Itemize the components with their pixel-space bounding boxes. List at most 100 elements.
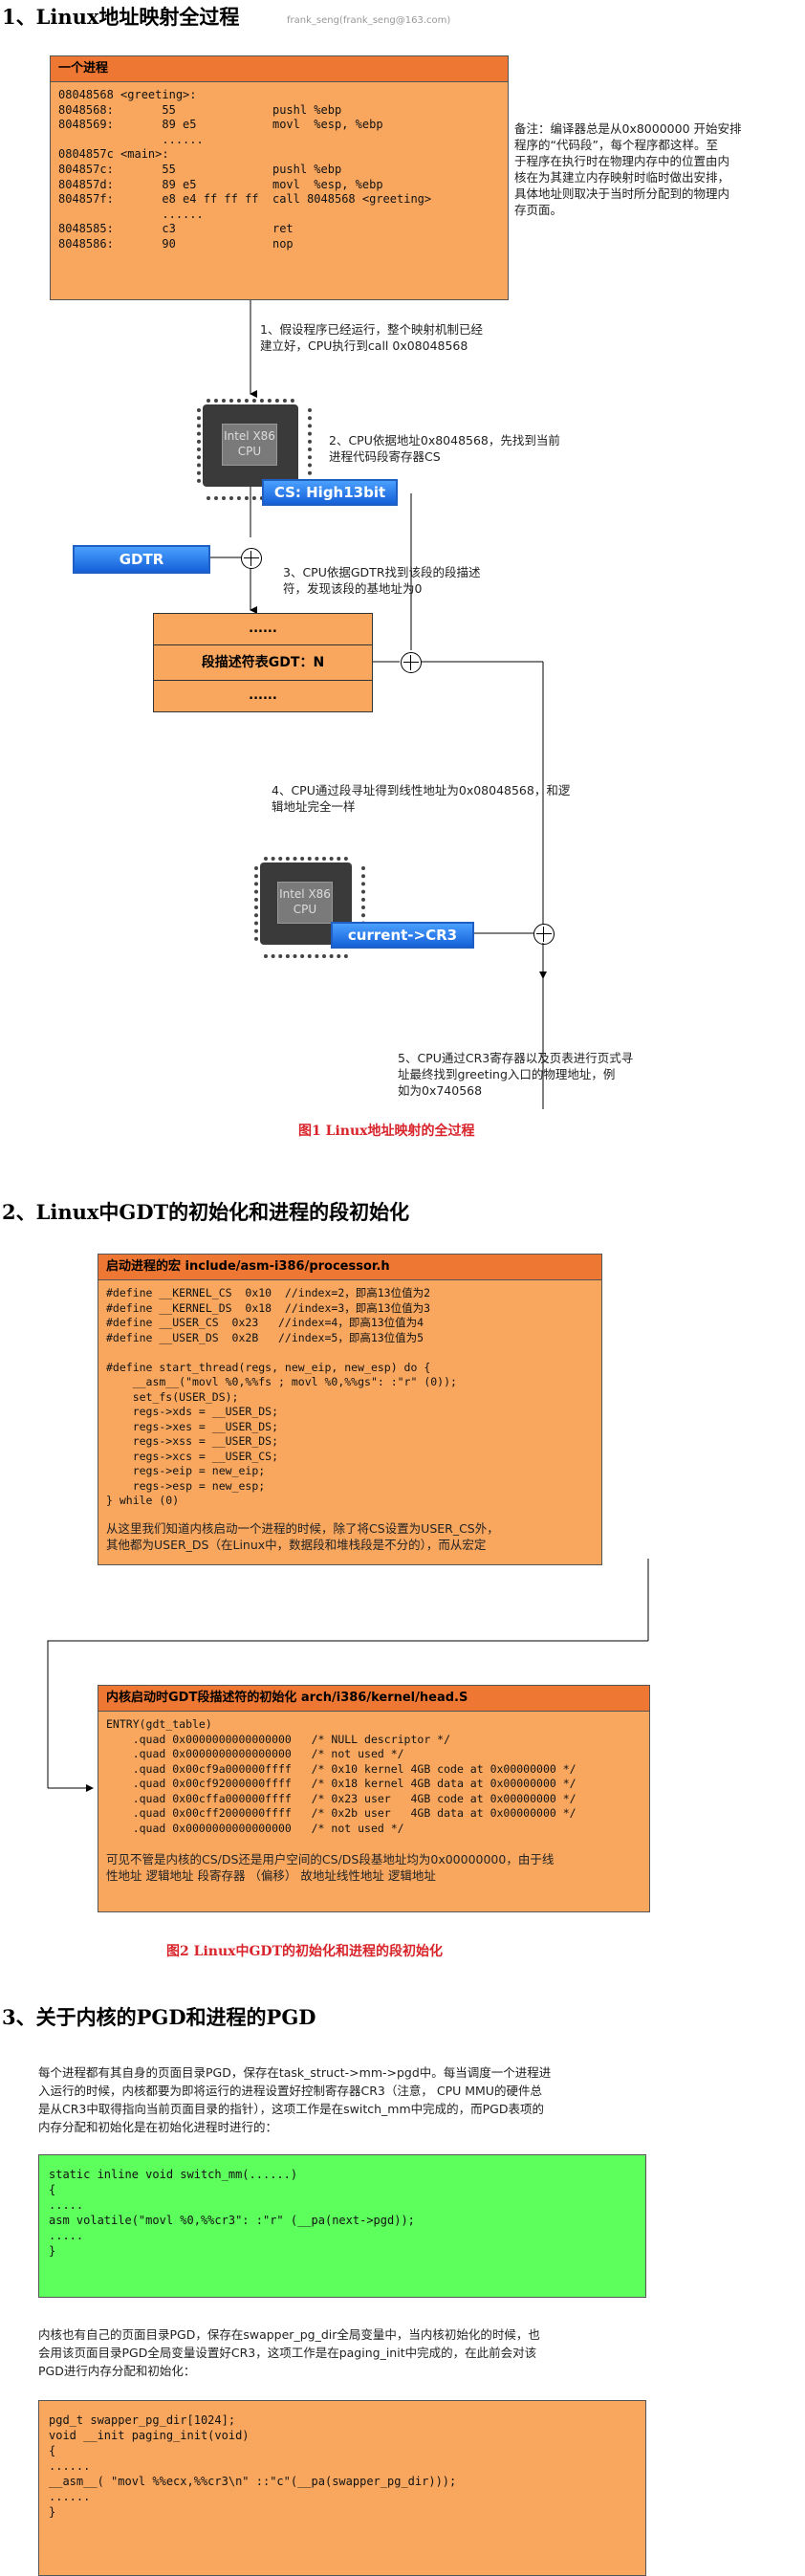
code-line: 0804857c <main>: <box>58 147 169 162</box>
code-line: .quad 0x0000000000000000 /* not used */ <box>106 1821 404 1835</box>
code-line: 8048585: c3 ret <box>58 222 294 236</box>
code-line: ...... <box>58 207 204 221</box>
gdtr-register-label: GDTR <box>73 545 210 574</box>
cpu-chip-1: Intel X86 CPU <box>197 399 312 500</box>
gdt-top: ...... <box>154 614 372 645</box>
paragraph-line: 每个进程都有其自身的页面目录PGD，保存在task_struct->mm->pg… <box>38 2065 552 2080</box>
switch-mm-code-box: static inline void switch_mm(......) {...… <box>38 2154 646 2298</box>
pgd-paragraph-1: 每个进程都有其自身的页面目录PGD，保存在task_struct->mm->pg… <box>38 2063 774 2136</box>
code-line: .quad 0x00cff2000000ffff /* 0x2b user 4G… <box>106 1806 577 1820</box>
step2-note: 2、CPU依据地址0x8048568，先找到当前 进程代码段寄存器CS <box>329 432 616 465</box>
code-line: regs->xes = __USER_DS; <box>106 1419 279 1433</box>
code-line: regs->xds = __USER_DS; <box>106 1405 279 1418</box>
note-line: 3、CPU依据GDTR找到该段的段描述 <box>283 565 481 579</box>
code-line: ..... <box>49 2229 84 2242</box>
paragraph-line: 内存分配和初始化是在初始化进程时进行的： <box>38 2120 278 2134</box>
note-line: 存页面。 <box>514 203 563 217</box>
step4-note: 4、CPU通过段寻址得到线性地址为0x08048568，和逻 辑地址完全一样 <box>272 782 673 815</box>
code-line: regs->xss = __USER_DS; <box>106 1434 279 1448</box>
section3-heading: 3、关于内核的PGD和进程的PGD <box>2 2005 316 2029</box>
gdt-init-box: 内核启动时GDT段描述符的初始化 arch/i386/kernel/head.S… <box>98 1685 650 1912</box>
note-line: 址最终找到greeting入口的物理地址，例 <box>398 1067 616 1081</box>
code-line: 08048568 <greeting>: <box>58 88 197 101</box>
code-line: 804857c: 55 pushl %ebp <box>58 162 342 176</box>
cs-register-label: CS: High13bit <box>262 479 398 506</box>
note-line: 2、CPU依据地址0x8048568，先找到当前 <box>329 433 560 448</box>
code-line: .quad 0x0000000000000000 /* NULL descrip… <box>106 1732 451 1746</box>
note-line: 进程代码段寄存器CS <box>329 449 441 464</box>
section2-heading: 2、Linux中GDT的初始化和进程的段初始化 <box>2 1200 410 1224</box>
note-line: 从这里我们知道内核启动一个进程的时候，除了将CS设置为USER_CS外， <box>106 1520 499 1536</box>
figure1-caption: 图1 Linux地址映射的全过程 <box>298 1124 475 1139</box>
final-arrow <box>539 943 547 979</box>
note-line: 核在为其建立内存映射时临时做出安排， <box>514 170 730 185</box>
code-line: ...... <box>49 2459 91 2473</box>
code-line: 8048586: 90 nop <box>58 236 294 251</box>
step1-note: 1、假设程序已经运行，整个映射机制已经 建立好，CPU执行到call 0x0804… <box>260 321 566 354</box>
note-line: 建立好，CPU执行到call 0x08048568 <box>260 338 468 353</box>
adder-3 <box>533 924 555 945</box>
code-line: #define __KERNEL_DS 0x18 //index=3，即高13位… <box>106 1300 431 1315</box>
code-line: asm volatile("movl %0,%%cr3": :"r" (__pa… <box>49 2214 415 2227</box>
process-code: 08048568 <greeting>: 8048568: 55 pushl %e… <box>51 82 508 258</box>
cpu-label-1: Intel X86 CPU <box>222 424 277 466</box>
process-box-title: 一个进程 <box>51 56 508 82</box>
note-line: 1、假设程序已经运行，整个映射机制已经 <box>260 322 483 337</box>
note-line: 于程序在执行时在物理内存中的位置由内 <box>514 154 730 168</box>
connector-top <box>151 1559 649 1642</box>
code-line: 804857f: e8 e4 ff ff ff call 8048568 <gr… <box>58 192 432 207</box>
code-line: .quad 0x00cf92000000ffff /* 0x18 kernel … <box>106 1777 577 1790</box>
note-line: 符，发现该段的基地址为0 <box>283 581 423 596</box>
code-line: #define start_thread(regs, new_eip, new_… <box>106 1360 431 1374</box>
code-line: 8048568: 55 pushl %ebp <box>58 102 342 117</box>
code-line: .quad 0x0000000000000000 /* not used */ <box>106 1747 404 1760</box>
paging-init-code: pgd_t swapper_pg_dir[1024]; void __init p… <box>39 2401 645 2531</box>
paragraph-line: 内核也有自己的页面目录PGD，保存在swapper_pg_dir全局变量中，当内… <box>38 2327 540 2342</box>
cr3-register-label: current->CR3 <box>331 922 474 949</box>
note-line: 性地址 逻辑地址 段寄存器 （偏移） 故地址线性地址 逻辑地址 <box>106 1868 436 1883</box>
code-line: 804857d: 89 e5 movl %esp, %ebp <box>58 177 383 191</box>
switch-mm-code: static inline void switch_mm(......) {...… <box>39 2155 645 2270</box>
code-line: #define __USER_CS 0x23 //index=4，即高13位值为… <box>106 1316 424 1329</box>
macro-note: 从这里我们知道内核启动一个进程的时候，除了将CS设置为USER_CS外， 其他都为… <box>98 1515 601 1553</box>
gdt-table-box: ...... 段描述符表GDT：N ...... <box>153 613 373 712</box>
note-line: 程序的“代码段”，每个程序都这样。至 <box>514 138 718 152</box>
code-line: } while (0) <box>106 1494 180 1507</box>
watermark: frank_seng(frank_seng@163.com) <box>287 15 451 26</box>
gdt-middle: 段描述符表GDT：N <box>154 645 372 681</box>
code-line: 8048569: 89 e5 movl %esp, %ebp <box>58 118 383 132</box>
figure2-caption: 图2 Linux中GDT的初始化和进程的段初始化 <box>166 1944 443 1959</box>
code-line: } <box>49 2505 56 2519</box>
code-line: regs->xcs = __USER_CS; <box>106 1449 279 1463</box>
section1-heading: 1、Linux地址映射全过程 <box>2 5 240 29</box>
compiler-note: 备注：编译器总是从0x8000000 开始安排 程序的“代码段”，每个程序都这样。… <box>514 120 801 218</box>
paragraph-line: PGD进行内存分配和初始化： <box>38 2364 196 2378</box>
note-line: 辑地址完全一样 <box>272 799 356 814</box>
note-line: 如为0x740568 <box>398 1083 483 1098</box>
paragraph-line: 是从CR3中取得指向当前页面目录的指针），这项工作是在switch_mm中完成的… <box>38 2102 544 2116</box>
gdt-bottom: ...... <box>249 688 277 703</box>
code-line: static inline void switch_mm(......) <box>49 2168 298 2181</box>
pgd-paragraph-2: 内核也有自己的页面目录PGD，保存在swapper_pg_dir全局变量中，当内… <box>38 2325 774 2380</box>
code-line: .quad 0x00cf9a000000ffff /* 0x10 kernel … <box>106 1761 577 1776</box>
step5-note: 5、CPU通过CR3寄存器以及页表进行页式寻 址最终找到greeting入口的物理… <box>398 1050 704 1100</box>
code-line: __asm__("movl %0,%%fs ; movl %0,%%gs": :… <box>106 1375 457 1388</box>
code-line: ENTRY(gdt_table) <box>106 1717 212 1731</box>
macro-box: 启动进程的宏 include/asm-i386/processor.h #def… <box>98 1254 602 1565</box>
note-line: 5、CPU通过CR3寄存器以及页表进行页式寻 <box>398 1051 634 1065</box>
code-line: ...... <box>49 2490 91 2503</box>
code-line: ...... <box>58 132 204 146</box>
code-line: { <box>49 2444 56 2457</box>
note-line: 备注：编译器总是从0x8000000 开始安排 <box>514 121 742 136</box>
address-mapping-diagram <box>208 300 544 1109</box>
note-line: 其他都为USER_DS（在Linux中，数据段和堆栈段是不分的），而从宏定 <box>106 1537 487 1552</box>
code-line: ..... <box>49 2198 84 2212</box>
gdt-init-box-title: 内核启动时GDT段描述符的初始化 arch/i386/kernel/head.S <box>98 1686 649 1712</box>
code-line: #define __USER_DS 0x2B //index=5，即高13位值为… <box>106 1330 424 1344</box>
code-line: regs->eip = new_eip; <box>106 1464 266 1477</box>
code-line: } <box>49 2244 56 2258</box>
paragraph-line: 会用该页面目录PGD全局变量设置好CR3，这项工作是在paging_init中完… <box>38 2346 537 2360</box>
macro-box-title: 启动进程的宏 include/asm-i386/processor.h <box>98 1255 601 1280</box>
note-line: 具体地址则取决于当时所分配到的物理内 <box>514 186 730 201</box>
